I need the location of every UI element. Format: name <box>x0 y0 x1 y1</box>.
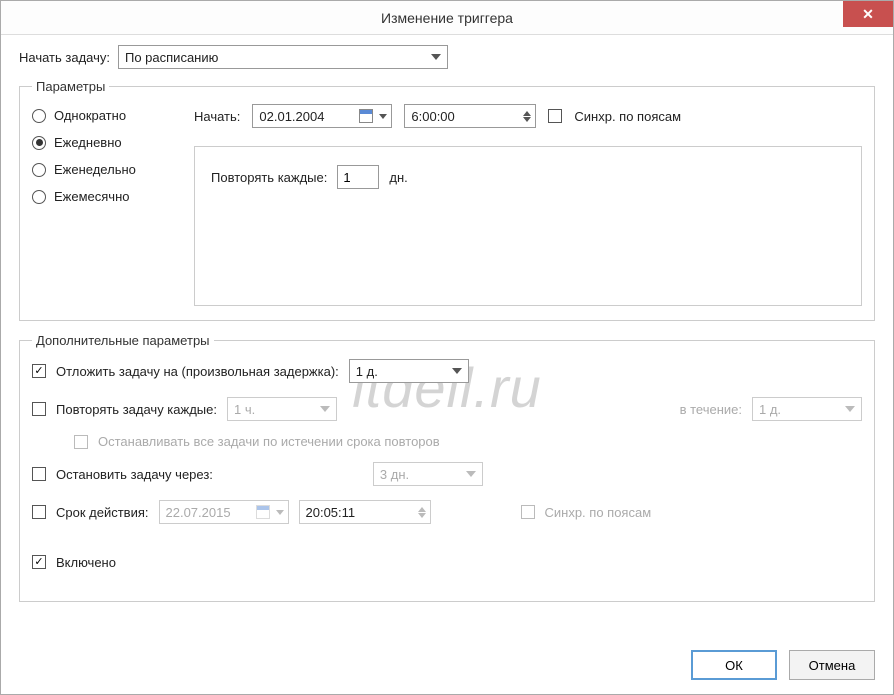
chevron-down-icon <box>379 114 387 119</box>
sync-tz-checkbox[interactable] <box>548 109 562 123</box>
start-time-input[interactable]: 6:00:00 <box>404 104 536 128</box>
expire-label: Срок действия: <box>56 505 149 520</box>
titlebar: Изменение триггера ✕ <box>1 1 893 35</box>
radio-monthly-label: Ежемесячно <box>54 189 130 204</box>
expire-sync-tz-label: Синхр. по поясам <box>545 505 652 520</box>
radio-once[interactable]: Однократно <box>32 108 172 123</box>
radio-icon <box>32 163 46 177</box>
begin-task-row: Начать задачу: По расписанию <box>19 45 875 69</box>
sync-tz-label: Синхр. по поясам <box>574 109 681 124</box>
advanced-fieldset: Дополнительные параметры Отложить задачу… <box>19 333 875 602</box>
ok-button[interactable]: ОК <box>691 650 777 680</box>
daily-settings-box: Повторять каждые: дн. <box>194 146 862 306</box>
close-button[interactable]: ✕ <box>843 1 893 27</box>
during-value: 1 д. <box>759 402 781 417</box>
chevron-down-icon <box>276 510 284 515</box>
delay-checkbox[interactable] <box>32 364 46 378</box>
start-label: Начать: <box>194 109 240 124</box>
repeat-task-row: Повторять задачу каждые: 1 ч. в течение:… <box>32 396 862 422</box>
start-datetime-row: Начать: 02.01.2004 6:00:00 <box>194 104 862 128</box>
repeat-every-input[interactable] <box>337 165 379 189</box>
stop-after-row: Остановить задачу через: 3 дн. <box>32 461 862 487</box>
repeat-task-value: 1 ч. <box>234 402 255 417</box>
stop-all-label: Останавливать все задачи по истечении ср… <box>98 434 440 449</box>
during-label: в течение: <box>680 402 742 417</box>
enabled-label: Включено <box>56 555 116 570</box>
expire-row: Срок действия: 22.07.2015 20:05:11 <box>32 499 862 525</box>
parameters-fieldset: Параметры Однократно Ежедневно Еженедель… <box>19 79 875 321</box>
begin-task-select[interactable]: По расписанию <box>118 45 448 69</box>
radio-monthly[interactable]: Ежемесячно <box>32 189 172 204</box>
radio-weekly-label: Еженедельно <box>54 162 136 177</box>
stop-all-checkbox <box>74 435 88 449</box>
start-date-value: 02.01.2004 <box>259 109 324 124</box>
delay-label: Отложить задачу на (произвольная задержк… <box>56 364 339 379</box>
spinner-icon <box>523 111 531 122</box>
radio-icon <box>32 109 46 123</box>
stop-all-row: Останавливать все задачи по истечении ср… <box>74 434 862 449</box>
cancel-button[interactable]: Отмена <box>789 650 875 680</box>
start-date-input[interactable]: 02.01.2004 <box>252 104 392 128</box>
chevron-down-icon <box>431 54 441 60</box>
calendar-icon <box>359 109 373 123</box>
window-title: Изменение триггера <box>1 10 893 26</box>
repeat-task-label: Повторять задачу каждые: <box>56 402 217 417</box>
radio-daily[interactable]: Ежедневно <box>32 135 172 150</box>
expire-time-value: 20:05:11 <box>306 505 356 520</box>
stop-after-value: 3 дн. <box>380 467 409 482</box>
start-time-value: 6:00:00 <box>411 109 454 124</box>
chevron-down-icon <box>845 406 855 412</box>
dialog-buttons: ОК Отмена <box>19 640 875 680</box>
repeat-task-select: 1 ч. <box>227 397 337 421</box>
radio-once-label: Однократно <box>54 108 126 123</box>
radio-icon <box>32 190 46 204</box>
spinner-icon <box>418 507 426 518</box>
expire-time-input: 20:05:11 <box>299 500 431 524</box>
begin-task-label: Начать задачу: <box>19 50 110 65</box>
content-area: itdell.ru Начать задачу: По расписанию П… <box>1 35 893 694</box>
expire-date-input: 22.07.2015 <box>159 500 289 524</box>
expire-date-value: 22.07.2015 <box>166 505 231 520</box>
delay-select[interactable]: 1 д. <box>349 359 469 383</box>
enabled-checkbox[interactable] <box>32 555 46 569</box>
delay-value: 1 д. <box>356 364 378 379</box>
stop-after-select: 3 дн. <box>373 462 483 486</box>
stop-after-label: Остановить задачу через: <box>56 467 213 482</box>
repeat-task-checkbox[interactable] <box>32 402 46 416</box>
delay-row: Отложить задачу на (произвольная задержк… <box>32 358 862 384</box>
expire-checkbox[interactable] <box>32 505 46 519</box>
radio-daily-label: Ежедневно <box>54 135 122 150</box>
chevron-down-icon <box>452 368 462 374</box>
parameters-legend: Параметры <box>32 79 109 94</box>
during-select: 1 д. <box>752 397 862 421</box>
radio-weekly[interactable]: Еженедельно <box>32 162 172 177</box>
radio-icon <box>32 136 46 150</box>
calendar-icon <box>256 505 270 519</box>
expire-sync-tz-checkbox <box>521 505 535 519</box>
repeat-every-label: Повторять каждые: <box>211 170 327 185</box>
chevron-down-icon <box>320 406 330 412</box>
advanced-legend: Дополнительные параметры <box>32 333 214 348</box>
repeat-every-unit: дн. <box>389 170 407 185</box>
stop-after-checkbox[interactable] <box>32 467 46 481</box>
enabled-row: Включено <box>32 549 862 575</box>
begin-task-value: По расписанию <box>125 50 218 65</box>
chevron-down-icon <box>466 471 476 477</box>
schedule-radio-group: Однократно Ежедневно Еженедельно Ежемеся… <box>32 104 172 306</box>
dialog-window: Изменение триггера ✕ itdell.ru Начать за… <box>0 0 894 695</box>
